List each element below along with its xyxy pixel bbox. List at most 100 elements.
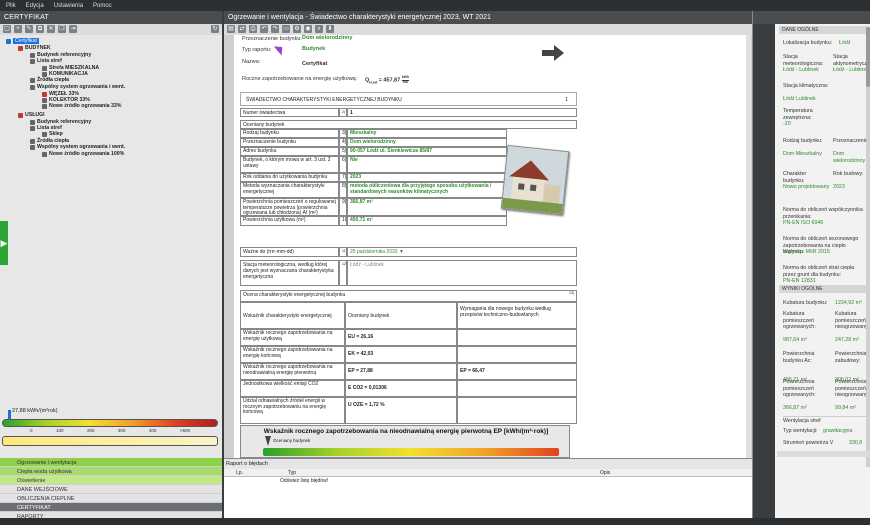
- menu-pomoc[interactable]: Pomoc: [93, 3, 112, 9]
- wazne-date-picker[interactable]: 25 października 2032 ▼: [347, 247, 577, 257]
- result-label: Kubatura pomieszczeń ogrzewanych:: [783, 311, 816, 330]
- tree-node-label: USŁUGI: [25, 112, 45, 118]
- error-report-panel: Raport o błędach Lp. Typ Opis Odśwież li…: [224, 458, 752, 525]
- tree-node-icon: [18, 112, 23, 118]
- preview-icon[interactable]: ◉: [304, 25, 312, 33]
- settings-icon[interactable]: ⚙: [293, 25, 301, 33]
- strumien-label: Strumień powietrza V: [783, 440, 834, 446]
- recalc-icon[interactable]: ⇄: [238, 25, 246, 33]
- tree-node-label: Wspólny system ogrzewania i went.: [37, 84, 126, 90]
- copy-icon[interactable]: ⧉: [36, 25, 44, 33]
- wazne-label: Ważne do (rrrr-mm-dd): [240, 247, 339, 257]
- stacja-value: Łódź - Lublinek: [347, 260, 577, 286]
- undo-icon[interactable]: ↶: [260, 25, 268, 33]
- zoom-icon[interactable]: ⌕: [315, 25, 323, 33]
- row-value: 366,87 m²: [347, 198, 507, 216]
- row-label: Przeznaczenie budynku: [240, 138, 339, 147]
- perf-label: Wskaźnik rocznego zapotrzebowania na ene…: [240, 329, 345, 346]
- refresh-icon[interactable]: ↻: [211, 25, 219, 33]
- tree-node-icon: [42, 97, 47, 103]
- doc-scrollbar[interactable]: [746, 35, 751, 458]
- ep-chart-bar: [263, 448, 559, 456]
- wyniki-list: Kubatura pomieszczeń ogrzewanych: 987,64 …: [753, 11, 870, 431]
- menu-ustawienia[interactable]: Ustawienia: [54, 3, 83, 9]
- table-head-0: Wskaźnik charakterystyki energetycznej: [240, 302, 345, 329]
- nav-item[interactable]: Oświetlenie: [0, 476, 222, 485]
- next-arrow-icon[interactable]: [542, 45, 564, 61]
- tree-node-icon: [30, 125, 35, 131]
- error-report-row[interactable]: Odśwież listę błędów!: [224, 477, 752, 485]
- refresh-errors-link[interactable]: Odśwież listę błędów!: [280, 478, 328, 484]
- tree-node[interactable]: Źródła ciepła: [30, 77, 69, 83]
- export-icon[interactable]: ⇥: [69, 25, 77, 33]
- right-scrollbar-thumb[interactable]: [866, 27, 870, 87]
- perf-requirement: [457, 329, 577, 346]
- right-hscrollbar[interactable]: [777, 451, 869, 457]
- document-area: Przeznaczenie budynku: Dom wielorodzinny…: [224, 35, 752, 458]
- row-idx: 10): [339, 216, 347, 226]
- ep-scale-ticks: 0 100 200 300 400 >500: [2, 428, 218, 433]
- perf-requirement: [457, 397, 577, 424]
- row-value: metoda obliczeniowa dla przyjętego sposo…: [347, 182, 507, 198]
- result-value: 987,64 m³: [783, 337, 807, 343]
- stacja-idx: 12): [339, 260, 347, 286]
- tree-node[interactable]: Lista stref: [30, 58, 62, 64]
- menu-edycja[interactable]: Edycja: [26, 3, 44, 9]
- duplicate-icon[interactable]: ❐: [58, 25, 66, 33]
- tree-node[interactable]: Sklep: [42, 131, 63, 137]
- page-icon[interactable]: ▭: [282, 25, 290, 33]
- nav-item[interactable]: Ogrzewanie i wentylacja: [0, 458, 222, 467]
- tree-node-icon: [30, 84, 35, 90]
- add-icon[interactable]: +: [14, 25, 22, 33]
- row-value: Mieszkalny: [347, 129, 507, 138]
- przeznaczenie-label: Przeznaczenie budynku:: [242, 36, 302, 42]
- print-icon[interactable]: ⎙: [249, 25, 257, 33]
- tool-icon[interactable]: ✎: [25, 25, 33, 33]
- ep-chart-subtitle: Oceniany budynek: [273, 438, 311, 443]
- nav-item[interactable]: DANE WEJŚCIOWE: [0, 485, 222, 494]
- tree-node[interactable]: Certyfikat: [6, 38, 39, 44]
- tree-node[interactable]: USŁUGI: [18, 112, 45, 118]
- row-idx: 5): [339, 147, 347, 156]
- nav-item[interactable]: CERTYFIKAT: [0, 503, 222, 512]
- menu-plik[interactable]: Plik: [6, 3, 16, 9]
- expand-icon[interactable]: ▢: [3, 25, 11, 33]
- tick: 100: [55, 428, 64, 433]
- collapse-arrow-icon[interactable]: ▶: [0, 221, 8, 265]
- typ-raportu-label: Typ raportu:: [242, 47, 272, 53]
- tree-node[interactable]: Nowe źródło ogrzewania 33%: [42, 103, 121, 109]
- delete-icon[interactable]: ✕: [47, 25, 55, 33]
- oceniany-heading: Oceniany budynek: [240, 120, 577, 129]
- nav-item[interactable]: OBLICZENIA CIEPLNE: [0, 494, 222, 503]
- tree-node-icon: [30, 52, 35, 58]
- tree-node-icon: [42, 71, 47, 77]
- result-label: Powierzchnia budynku Ac:: [783, 351, 815, 364]
- tick: 400: [148, 428, 157, 433]
- nazwa-value: Certyfikat: [302, 61, 328, 67]
- tree-node[interactable]: Nowe źródło ogrzewania 100%: [42, 151, 124, 157]
- stacja-label: Stacja meteorologiczna, według której da…: [240, 260, 339, 286]
- tree-node[interactable]: Wspólny system ogrzewania i went.: [30, 144, 125, 150]
- result-label: Powierzchnia zabudowy:: [835, 351, 867, 364]
- perf-value: U OZE = 1,72 %: [345, 397, 457, 424]
- left-toolbar: ▢ + ✎ ⧉ ✕ ❐ ⇥ ↻: [0, 24, 222, 35]
- error-report-title: Raport o błędach: [224, 459, 752, 469]
- certificate-header-num: 1: [565, 97, 568, 103]
- result-value: 366,87 m²: [783, 405, 807, 411]
- perf-value: EP = 27,88: [345, 363, 457, 380]
- save-icon[interactable]: ▤: [227, 25, 235, 33]
- tree-node-icon: [42, 91, 47, 97]
- right-scrollbar[interactable]: [866, 27, 870, 467]
- redo-icon[interactable]: ↷: [271, 25, 279, 33]
- row-value: 450,71 m²: [347, 216, 507, 226]
- row-idx: 3): [339, 129, 347, 138]
- export-pdf-icon[interactable]: ⬇: [326, 25, 334, 33]
- nav-item[interactable]: Ciepła woda użytkowa: [0, 467, 222, 476]
- row-idx: 8): [339, 182, 347, 198]
- left-panel: CERTYFIKAT ▢ + ✎ ⧉ ✕ ❐ ⇥ ↻ Certyfikat BUD…: [0, 11, 222, 525]
- tree-node[interactable]: Wspólny system ogrzewania i went.: [30, 84, 125, 90]
- row-idx: 7): [339, 173, 347, 182]
- tree-node[interactable]: BUDYNEK: [18, 45, 51, 51]
- col-typ: Typ: [288, 470, 297, 476]
- dropdown-arrow-icon[interactable]: ▼: [399, 249, 404, 255]
